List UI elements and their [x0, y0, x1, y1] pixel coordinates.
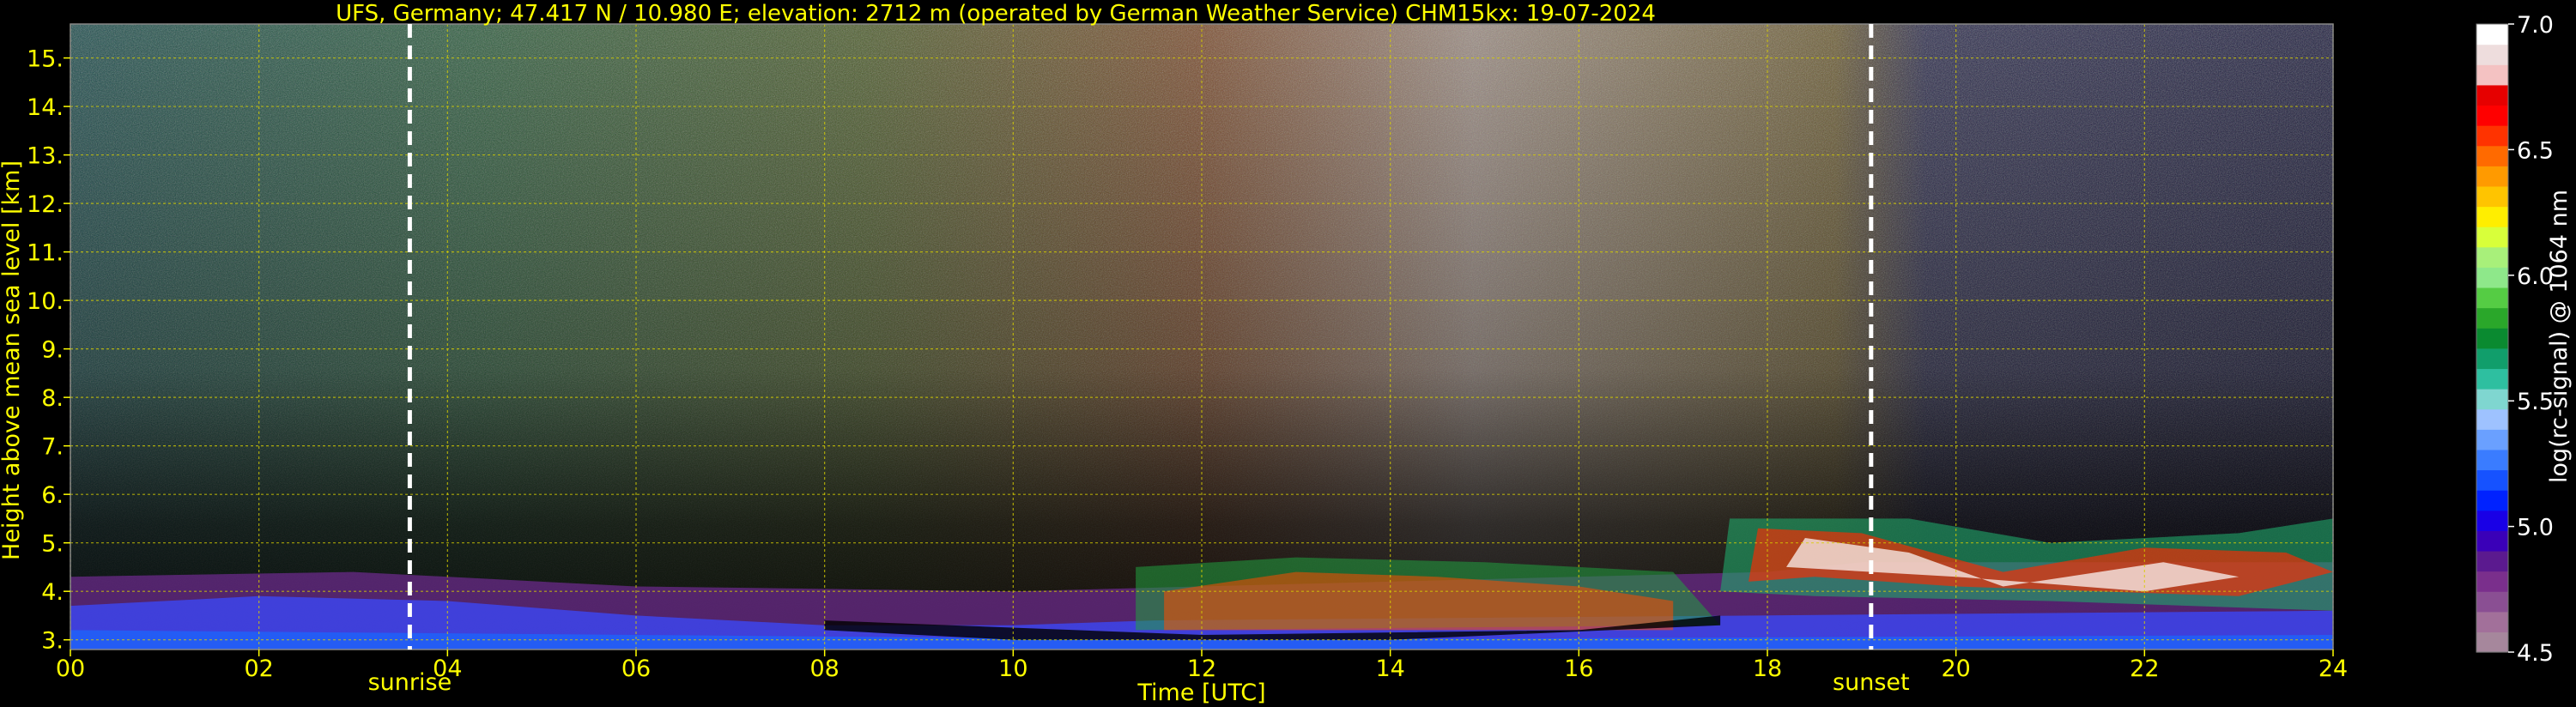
y-tick-label: 7.	[41, 434, 64, 461]
y-tick-label: 13.	[27, 143, 64, 170]
y-tick-label: 12.	[27, 191, 64, 218]
ceilometer-chart: sunrise sunset 00 02 04 06 08 10 12 14 16 18 20 22 24…	[0, 1, 2573, 706]
chart-title: UFS, Germany; 47.417 N / 10.980 E; eleva…	[336, 1, 1656, 27]
colorbar-swatch	[2476, 185, 2508, 208]
colorbar-swatch	[2476, 368, 2508, 390]
y-tick-label: 8.	[41, 385, 64, 412]
colorbar-swatch	[2476, 530, 2508, 552]
colorbar-tick-label: 7.0	[2517, 12, 2554, 39]
colorbar-swatch	[2476, 44, 2508, 65]
colorbar-swatch	[2476, 347, 2508, 370]
colorbar-swatch	[2476, 166, 2508, 187]
colorbar-swatch	[2476, 449, 2508, 471]
y-tick-label: 5.	[41, 531, 64, 558]
x-tick-label: 22	[2130, 656, 2159, 682]
y-tick-label: 15.	[27, 46, 64, 73]
colorbar-tick-label: 4.5	[2517, 640, 2554, 667]
colorbar-swatch	[2476, 105, 2508, 126]
marker-label-sunset: sunset	[1833, 669, 1910, 696]
x-axis-label: Time [UTC]	[1136, 680, 1265, 706]
colorbar-swatch	[2476, 64, 2508, 86]
colorbar-swatch	[2476, 328, 2508, 349]
colorbar-swatch	[2476, 510, 2508, 531]
y-axis-label: Height above mean sea level [km]	[0, 160, 25, 560]
x-tick-label: 16	[1564, 656, 1593, 682]
colorbar-swatch	[2476, 490, 2508, 511]
colorbar-swatch	[2476, 287, 2508, 309]
colorbar-swatch	[2476, 631, 2508, 653]
x-tick-label: 24	[2318, 656, 2348, 682]
colorbar-tick-label: 6.5	[2517, 137, 2554, 164]
colorbar-swatch	[2476, 389, 2508, 410]
y-tick-label: 10.	[27, 288, 64, 315]
y-tick-label: 6.	[41, 482, 64, 509]
colorbar-swatch	[2476, 125, 2508, 147]
x-tick-label: 14	[1375, 656, 1404, 682]
x-tick-label: 02	[244, 656, 273, 682]
colorbar-swatch	[2476, 550, 2508, 572]
x-tick-label: 08	[809, 656, 839, 682]
x-tick-label: 12	[1187, 656, 1216, 682]
y-tick-label: 3.	[41, 628, 64, 655]
colorbar-swatch	[2476, 145, 2508, 166]
colorbar-label: log(rc-signal) @ 1064 nm	[2546, 190, 2573, 483]
y-tick-label: 11.	[27, 240, 64, 267]
colorbar-swatch	[2476, 591, 2508, 613]
colorbar-tick-label: 5.0	[2517, 515, 2554, 541]
x-tick-label: 06	[621, 656, 651, 682]
colorbar-swatch	[2476, 611, 2508, 632]
colorbar-swatch	[2476, 267, 2508, 288]
colorbar-swatch	[2476, 227, 2508, 248]
colorbar-swatch	[2476, 24, 2508, 45]
y-axis: 3. 4. 5. 6. 7. 8. 9. 10. 11. 12. 13. 14. 15.	[27, 46, 70, 655]
y-tick-label: 4.	[41, 579, 64, 606]
x-tick-label: 04	[433, 656, 462, 682]
x-tick-label: 18	[1753, 656, 1782, 682]
x-tick-label: 10	[998, 656, 1027, 682]
colorbar-swatch	[2476, 469, 2508, 491]
y-tick-label: 14.	[27, 94, 64, 121]
colorbar-swatch	[2476, 84, 2508, 106]
colorbar-swatch	[2476, 246, 2508, 268]
x-tick-label: 00	[56, 656, 85, 682]
colorbar-swatch	[2476, 571, 2508, 592]
colorbar-swatch	[2476, 307, 2508, 329]
x-tick-label: 20	[1941, 656, 1970, 682]
colorbar-swatch	[2476, 206, 2508, 227]
colorbar	[2476, 23, 2509, 653]
y-tick-label: 9.	[41, 337, 64, 364]
colorbar-swatch	[2476, 408, 2508, 430]
colorbar-swatch	[2476, 429, 2508, 450]
